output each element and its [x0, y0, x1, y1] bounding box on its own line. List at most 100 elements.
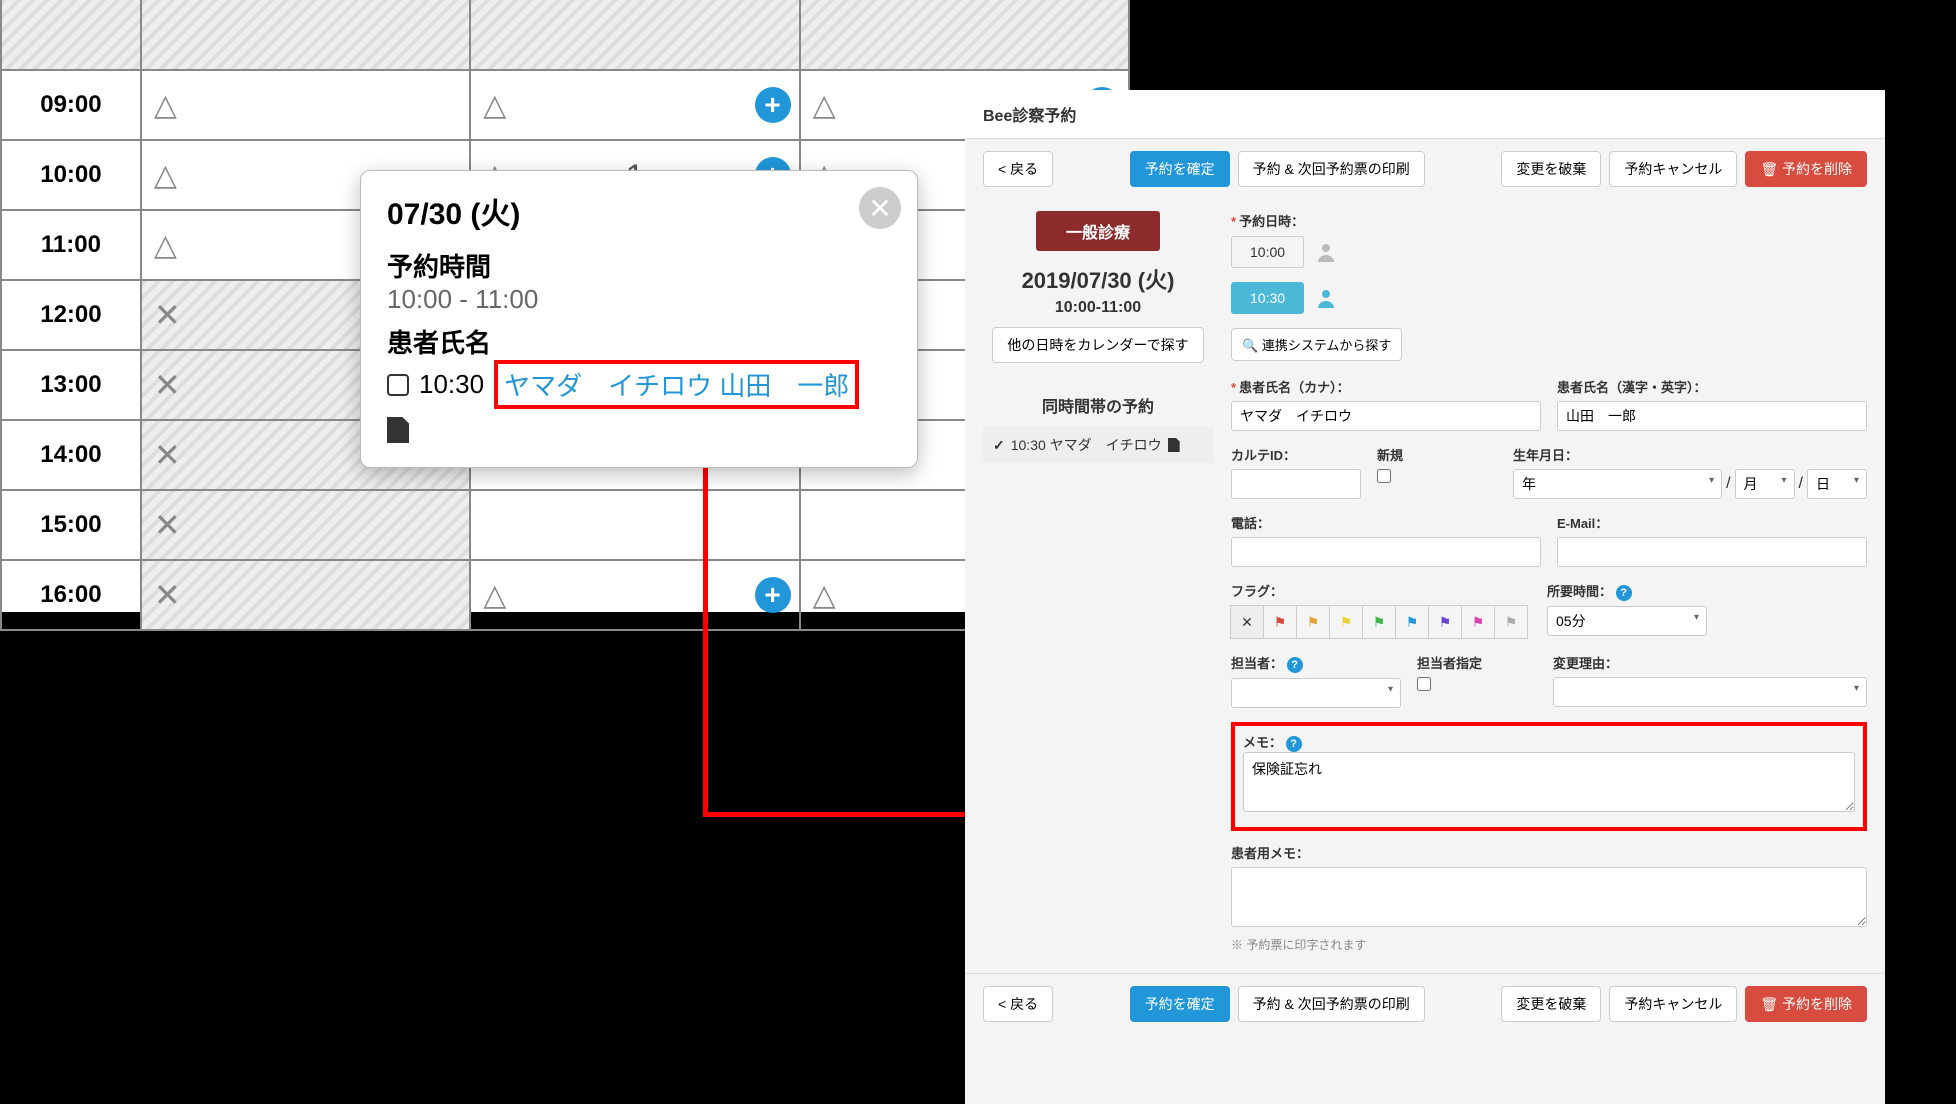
person-icon — [1314, 240, 1338, 264]
cal-cell[interactable]: △+ — [470, 70, 799, 140]
staff-select[interactable] — [1231, 678, 1401, 708]
discard-button[interactable]: 変更を破棄 — [1501, 986, 1601, 1022]
flag-blue[interactable]: ⚑ — [1395, 605, 1429, 639]
find-calendar-button[interactable]: 他の日時をカレンダーで探す — [992, 327, 1203, 363]
flag-red[interactable]: ⚑ — [1263, 605, 1297, 639]
label-memo: メモ： ? — [1243, 735, 1302, 750]
delete-button[interactable]: 🗑 予約を削除 — [1745, 986, 1867, 1022]
print-button[interactable]: 予約 & 次回予約票の印刷 — [1238, 151, 1425, 187]
label-karte: カルテID： — [1231, 445, 1361, 464]
popover-section-patient: 患者氏名 — [387, 323, 891, 360]
time-1300: 13:00 — [1, 350, 141, 420]
time-1100: 11:00 — [1, 210, 141, 280]
triangle-icon: △ — [154, 88, 177, 123]
toolbar-bottom: < 戻る 予約を確定 予約 & 次回予約票の印刷 変更を破棄 予約キャンセル 🗑… — [965, 973, 1885, 1034]
cal-cell[interactable] — [470, 490, 799, 560]
same-time-text: 10:30 ヤマダ イチロウ — [1011, 435, 1162, 455]
triangle-icon: △ — [813, 88, 836, 123]
flag-magenta[interactable]: ⚑ — [1461, 605, 1495, 639]
tel-input[interactable] — [1231, 537, 1541, 567]
check-icon: ✓ — [993, 437, 1005, 454]
new-checkbox[interactable] — [1377, 469, 1391, 483]
document-icon[interactable] — [387, 417, 409, 443]
label-reason: 変更理由： — [1553, 653, 1867, 672]
reason-select[interactable] — [1553, 677, 1867, 707]
flag-group: ✕ ⚑ ⚑ ⚑ ⚑ ⚑ ⚑ ⚑ ⚑ — [1231, 605, 1531, 639]
same-time-item[interactable]: ✓ 10:30 ヤマダ イチロウ — [983, 427, 1213, 463]
x-icon: ✕ — [154, 577, 181, 613]
time-1000: 10:00 — [1, 140, 141, 210]
discard-button[interactable]: 変更を破棄 — [1501, 151, 1601, 187]
label-staff-assign: 担当者指定 — [1417, 653, 1537, 672]
time-slot-1030[interactable]: 10:30 — [1231, 282, 1304, 314]
document-icon — [1168, 438, 1180, 452]
reservation-date: 2019/07/30 (火) — [983, 263, 1213, 295]
label-staff: 担当者： ? — [1231, 653, 1401, 673]
x-icon: ✕ — [154, 507, 181, 543]
add-button[interactable]: + — [755, 577, 791, 613]
time-0900: 09:00 — [1, 70, 141, 140]
patient-checkbox[interactable] — [387, 374, 409, 396]
x-icon: ✕ — [154, 437, 181, 473]
label-email: E-Mail： — [1557, 513, 1867, 532]
dob-year-select[interactable]: 年 — [1513, 469, 1722, 499]
same-time-header: 同時間帯の予約 — [983, 393, 1213, 417]
patient-memo-textarea[interactable] — [1231, 867, 1867, 927]
help-icon[interactable]: ? — [1616, 585, 1632, 601]
label-flag: フラグ： — [1231, 581, 1531, 600]
dob-day-select[interactable]: 日 — [1807, 469, 1867, 499]
label-patient-memo: 患者用メモ： — [1231, 843, 1867, 862]
confirm-button[interactable]: 予約を確定 — [1130, 151, 1230, 187]
dob-month-select[interactable]: 月 — [1735, 469, 1795, 499]
triangle-icon: △ — [154, 158, 177, 193]
search-system-button[interactable]: 🔍 連携システムから探す — [1231, 328, 1402, 361]
staff-assign-checkbox[interactable] — [1417, 677, 1431, 691]
cal-cell-closed: ✕ — [141, 490, 470, 560]
karte-input[interactable] — [1231, 469, 1361, 499]
time-1200: 12:00 — [1, 280, 141, 350]
email-input[interactable] — [1557, 537, 1867, 567]
label-datetime: 予約日時： — [1231, 211, 1867, 230]
print-button[interactable]: 予約 & 次回予約票の印刷 — [1238, 986, 1425, 1022]
duration-select[interactable]: 05分 — [1547, 606, 1707, 636]
label-new: 新規 — [1377, 445, 1497, 464]
category-badge: 一般診療 — [1036, 211, 1160, 251]
kana-input[interactable] — [1231, 401, 1541, 431]
flag-purple[interactable]: ⚑ — [1428, 605, 1462, 639]
flag-green[interactable]: ⚑ — [1362, 605, 1396, 639]
close-icon[interactable]: ✕ — [859, 187, 901, 229]
patient-name-kana[interactable]: ヤマダ イチロウ — [504, 371, 712, 401]
help-icon[interactable]: ? — [1286, 736, 1302, 752]
flag-orange[interactable]: ⚑ — [1296, 605, 1330, 639]
cancel-button[interactable]: 予約キャンセル — [1609, 151, 1737, 187]
reservation-form: Bee診察予約 < 戻る 予約を確定 予約 & 次回予約票の印刷 変更を破棄 予… — [965, 90, 1885, 1104]
patient-name-kanji[interactable]: 山田 一郎 — [719, 371, 849, 401]
back-button[interactable]: < 戻る — [983, 151, 1053, 187]
flag-clear[interactable]: ✕ — [1230, 605, 1264, 639]
kanji-input[interactable] — [1557, 401, 1867, 431]
cal-cell[interactable]: △+ — [470, 560, 799, 630]
triangle-icon: △ — [813, 578, 836, 613]
triangle-icon: △ — [483, 578, 506, 613]
patient-link-highlight: ヤマダ イチロウ 山田 一郎 — [494, 360, 859, 409]
label-tel: 電話： — [1231, 513, 1541, 532]
delete-button[interactable]: 🗑 予約を削除 — [1745, 151, 1867, 187]
flag-yellow[interactable]: ⚑ — [1329, 605, 1363, 639]
time-slot-1000[interactable]: 10:00 — [1231, 236, 1304, 268]
flag-gray[interactable]: ⚑ — [1494, 605, 1528, 639]
label-duration: 所要時間： ? — [1547, 581, 1707, 601]
help-icon[interactable]: ? — [1287, 657, 1303, 673]
add-button[interactable]: + — [755, 87, 791, 123]
cancel-button[interactable]: 予約キャンセル — [1609, 986, 1737, 1022]
annotation-arrow — [703, 430, 708, 816]
back-button[interactable]: < 戻る — [983, 986, 1053, 1022]
triangle-icon: △ — [154, 228, 177, 263]
cal-cell[interactable]: △ — [141, 70, 470, 140]
label-dob: 生年月日： — [1513, 445, 1867, 464]
popover-title: 07/30 (火) — [387, 189, 891, 233]
label-kana: 患者氏名（カナ）： — [1231, 377, 1541, 396]
toolbar-top: < 戻る 予約を確定 予約 & 次回予約票の印刷 変更を破棄 予約キャンセル 🗑… — [965, 139, 1885, 199]
slot-time: 10:30 — [419, 369, 484, 400]
memo-textarea[interactable]: 保険証忘れ — [1243, 752, 1855, 812]
confirm-button[interactable]: 予約を確定 — [1130, 986, 1230, 1022]
